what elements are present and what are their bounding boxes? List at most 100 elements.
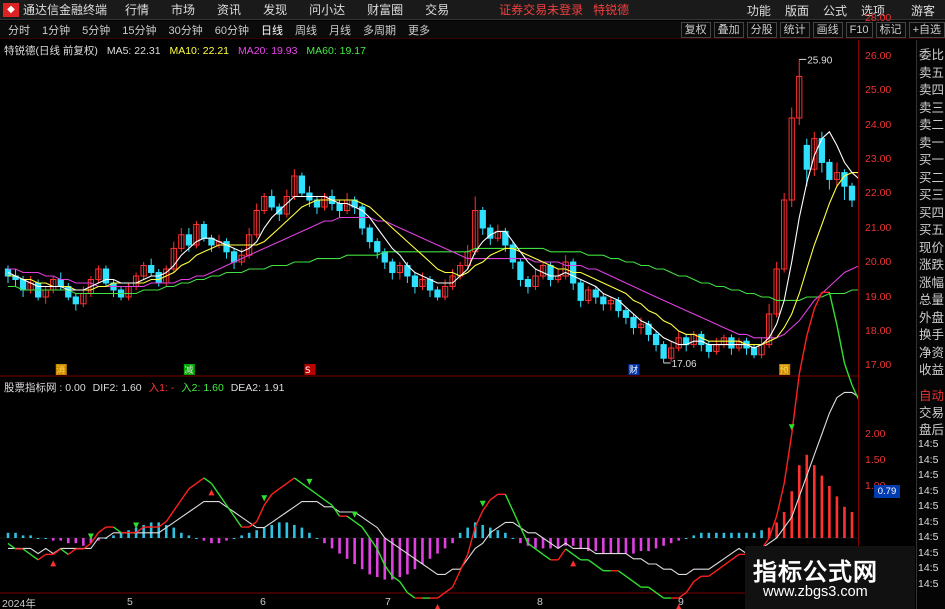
dif-line <box>301 482 310 490</box>
macd-bar <box>617 538 620 554</box>
dif-line <box>633 581 642 588</box>
trade-mode-label[interactable]: 盘后 <box>919 419 944 438</box>
dif-line <box>572 553 582 561</box>
tick-time: 14:5 <box>918 577 939 590</box>
dif-line <box>271 488 280 495</box>
candle-body <box>630 316 637 329</box>
dif-line <box>451 570 461 588</box>
macd-bar <box>308 532 311 538</box>
dif-line <box>625 575 634 583</box>
dif-line <box>188 482 197 490</box>
y-tick-label: 20.00 <box>865 256 892 268</box>
macd-bar <box>797 465 801 538</box>
y-tick-label: 21.00 <box>865 222 892 234</box>
tool-mark-button[interactable]: 标记 <box>875 22 906 38</box>
dif-line <box>286 477 295 484</box>
indicator-y-tick-label: 1.50 <box>865 454 886 466</box>
quote-field-label: 涨幅 <box>919 275 945 290</box>
dif-line <box>278 482 288 490</box>
macd-bar <box>805 454 809 538</box>
candle-body <box>479 210 486 229</box>
candle-body <box>652 333 660 346</box>
dif-line <box>113 526 122 534</box>
macd-bar <box>255 530 258 538</box>
candle-body <box>366 227 373 243</box>
macd-bar <box>669 538 673 544</box>
dif-line <box>293 477 303 484</box>
watermark-url: www.zbgs3.com <box>763 584 868 600</box>
x-label: 8 <box>537 596 543 608</box>
macd-bar <box>202 538 206 541</box>
quote-field-label: 现价 <box>919 240 945 255</box>
macd-bar <box>662 538 665 546</box>
high-price-label: 25.90 <box>807 55 832 66</box>
macd-bar <box>677 538 680 541</box>
quote-field-label: 买二 <box>919 170 945 185</box>
dif-line <box>489 493 499 501</box>
macd-bar <box>632 538 635 554</box>
macd-bar <box>375 538 379 577</box>
buy-arrow <box>208 489 215 496</box>
macd-bar <box>225 538 228 541</box>
event-marker-label: 消 <box>56 364 65 376</box>
macd-bar <box>21 535 25 538</box>
macd-bar <box>345 538 349 559</box>
tick-time: 14:5 <box>918 438 939 450</box>
dif-line <box>813 292 823 309</box>
macd-bar <box>850 512 854 538</box>
macd-bar <box>149 522 153 538</box>
macd-bar <box>6 532 10 538</box>
candle-body <box>826 161 833 180</box>
candle-body <box>200 224 208 239</box>
dif-line <box>309 488 318 495</box>
dif-line <box>256 504 265 522</box>
macd-bar <box>338 538 341 554</box>
candle-body <box>148 265 155 273</box>
dif-line <box>346 515 356 523</box>
macd-bar <box>172 527 176 538</box>
candlestick-chart[interactable]: 25.90 17.06 消 减 S 财 预 <box>0 0 858 609</box>
macd-bar <box>534 538 537 549</box>
macd-bar <box>315 538 319 539</box>
macd-bar <box>496 530 500 538</box>
sell-arrow <box>788 424 795 431</box>
macd-bar <box>519 538 522 544</box>
macd-bar <box>571 538 575 546</box>
dif-line <box>542 553 551 561</box>
dif-line <box>715 564 725 572</box>
macd-bar <box>247 532 251 538</box>
macd-bar <box>293 525 296 538</box>
buy-arrow <box>435 604 441 609</box>
dif-line <box>180 488 190 501</box>
y-tick-label: 17.00 <box>865 359 892 371</box>
macd-bar <box>29 535 32 538</box>
candle-body <box>698 333 705 346</box>
quote-field-label: 买五 <box>919 223 945 237</box>
tool-watchlist-button[interactable]: +自选 <box>908 22 945 38</box>
quote-field-label: 卖三 <box>919 100 945 115</box>
candle-body <box>185 234 192 246</box>
dif-line <box>361 526 371 539</box>
macd-bar <box>195 538 198 539</box>
dif-line <box>173 499 182 512</box>
ma20-line <box>8 216 858 339</box>
dif-line <box>565 548 574 555</box>
macd-bar <box>383 538 387 580</box>
dif-line <box>324 499 333 506</box>
macd-bar <box>511 538 515 539</box>
dif-line <box>165 510 175 523</box>
macd-bar <box>828 486 831 538</box>
sell-arrow <box>261 495 268 502</box>
dea-value-box: 0.79 <box>874 485 900 498</box>
y-tick-label: 24.00 <box>865 119 892 131</box>
macd-bar <box>737 532 741 538</box>
quote-field-label: 买三 <box>919 188 945 202</box>
macd-bar <box>564 538 567 546</box>
macd-bar <box>458 532 462 538</box>
macd-bar <box>232 538 236 539</box>
guest-user[interactable]: 游客 <box>911 2 935 19</box>
dif-line <box>587 559 597 566</box>
macd-bar <box>59 538 63 541</box>
candle-body <box>434 289 441 298</box>
sell-arrow <box>306 478 313 485</box>
